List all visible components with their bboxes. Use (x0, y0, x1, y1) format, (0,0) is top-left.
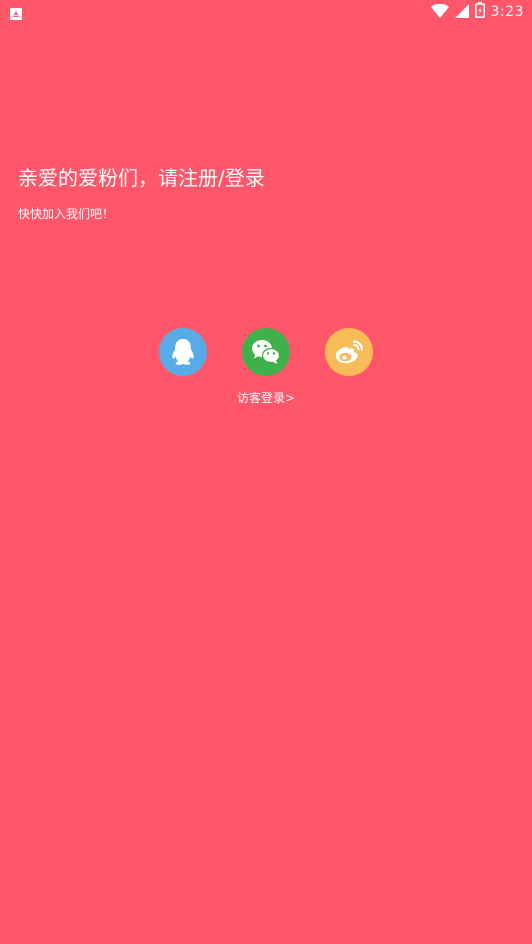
page-title: 亲爱的爱粉们，请注册/登录 (18, 166, 265, 190)
wifi-icon (430, 2, 449, 22)
status-time: 3:23 (490, 4, 524, 20)
weibo-icon (334, 339, 364, 365)
weibo-login-button[interactable] (325, 328, 373, 376)
wechat-login-button[interactable] (242, 328, 290, 376)
qq-penguin-icon (170, 338, 196, 366)
qq-login-button[interactable] (159, 328, 207, 376)
battery-icon (474, 2, 485, 22)
signal-icon (454, 3, 469, 22)
guest-login-link[interactable]: 访客登录> (0, 390, 532, 406)
wechat-icon (251, 339, 281, 365)
status-icons: 3:23 (430, 2, 524, 22)
notification-a-icon (10, 5, 22, 20)
status-bar: 3:23 (0, 0, 532, 24)
page-subtitle: 快快加入我们吧！ (18, 207, 115, 221)
social-login-row (159, 328, 373, 376)
